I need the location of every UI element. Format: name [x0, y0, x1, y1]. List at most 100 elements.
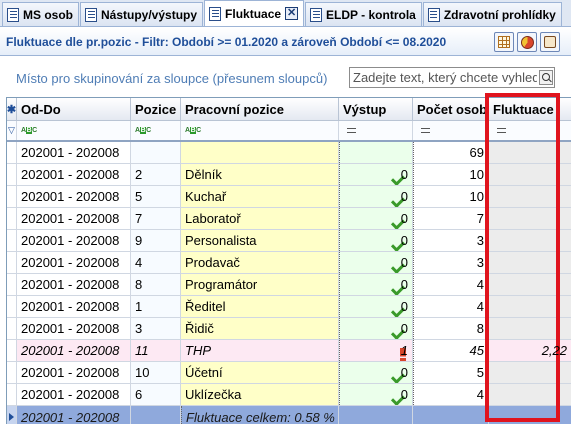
- cell-pozice[interactable]: 10: [131, 362, 181, 383]
- cell-pracovni-pozice[interactable]: Uklízečka: [181, 384, 339, 405]
- cell-pocet-osob[interactable]: 5: [413, 362, 489, 383]
- cell-pocet-osob[interactable]: 3: [413, 230, 489, 251]
- cell-od-do[interactable]: 202001 - 202008: [17, 340, 131, 361]
- cell-pracovni-pozice[interactable]: Prodavač: [181, 252, 339, 273]
- row-selector[interactable]: [7, 252, 17, 273]
- table-row[interactable]: 202001 - 202008 7 Laboratoř 0 7: [7, 208, 571, 230]
- row-selector[interactable]: [7, 318, 17, 339]
- cell-pozice[interactable]: 5: [131, 186, 181, 207]
- command-button[interactable]: [540, 32, 560, 52]
- group-by-area[interactable]: Místo pro skupinování za sloupce (přesun…: [16, 71, 327, 86]
- filter-od-do[interactable]: ABC: [17, 121, 131, 140]
- cell-fluktuace[interactable]: [489, 142, 571, 163]
- cell-pozice[interactable]: 2: [131, 164, 181, 185]
- chart-button[interactable]: [517, 32, 537, 52]
- close-icon[interactable]: ✕: [285, 7, 299, 20]
- table-row[interactable]: 202001 - 202008 8 Programátor 0 4: [7, 274, 571, 296]
- total-row[interactable]: 202001 - 202008 Fluktuace celkem: 0.58 %: [7, 406, 571, 424]
- table-row[interactable]: 202001 - 202008 2 Dělník 0 10: [7, 164, 571, 186]
- cell-od-do[interactable]: 202001 - 202008: [17, 230, 131, 251]
- cell-od-do[interactable]: 202001 - 202008: [17, 318, 131, 339]
- cell-fluktuace[interactable]: 2,22: [489, 340, 571, 361]
- cell-pracovni-pozice[interactable]: Personalista: [181, 230, 339, 251]
- cell-od-do[interactable]: 202001 - 202008: [17, 186, 131, 207]
- cell-fluktuace[interactable]: [489, 208, 571, 229]
- cell-pozice[interactable]: 9: [131, 230, 181, 251]
- cell-pracovni-pozice[interactable]: Dělník: [181, 164, 339, 185]
- cell-od-do[interactable]: 202001 - 202008: [17, 274, 131, 295]
- column-header-vystup[interactable]: Výstup: [339, 98, 413, 120]
- cell-pracovni-pozice[interactable]: Programátor: [181, 274, 339, 295]
- search-icon[interactable]: [539, 70, 553, 85]
- cell-pozice[interactable]: [131, 142, 181, 163]
- cell-vystup[interactable]: 1: [339, 340, 413, 361]
- filter-pozice[interactable]: ABC: [131, 121, 181, 140]
- cell-vystup[interactable]: 0: [339, 274, 413, 295]
- cell-vystup[interactable]: 0: [339, 208, 413, 229]
- cell-vystup[interactable]: 0: [339, 252, 413, 273]
- cell-pocet-osob[interactable]: 10: [413, 164, 489, 185]
- table-row[interactable]: 202001 - 202008 6 Uklízečka 0 4: [7, 384, 571, 406]
- cell-od-do[interactable]: 202001 - 202008: [17, 384, 131, 405]
- cell-pocet-osob[interactable]: 3: [413, 252, 489, 273]
- search-input[interactable]: [350, 68, 540, 87]
- filter-pracovni-pozice[interactable]: ABC: [181, 121, 339, 140]
- tab-zdravotni-prohlidky[interactable]: Zdravotní prohlídky: [422, 2, 562, 26]
- column-header-od-do[interactable]: Od-Do: [17, 98, 131, 120]
- cell-pocet-osob[interactable]: 69: [413, 142, 489, 163]
- table-row[interactable]: 202001 - 202008 1 Ředitel 0 4: [7, 296, 571, 318]
- cell-pocet-osob[interactable]: 4: [413, 296, 489, 317]
- cell-pozice[interactable]: 4: [131, 252, 181, 273]
- cell-pozice[interactable]: 7: [131, 208, 181, 229]
- cell-fluktuace[interactable]: [489, 318, 571, 339]
- filter-pocet-osob[interactable]: [413, 121, 489, 140]
- table-row[interactable]: 202001 - 202008 69: [7, 142, 571, 164]
- row-selector[interactable]: [7, 186, 17, 207]
- cell-fluktuace[interactable]: [489, 252, 571, 273]
- table-row[interactable]: 202001 - 202008 5 Kuchař 0 10: [7, 186, 571, 208]
- column-header-pracovni-pozice[interactable]: Pracovní pozice: [181, 98, 339, 120]
- filter-vystup[interactable]: [339, 121, 413, 140]
- cell-pozice[interactable]: 8: [131, 274, 181, 295]
- cell-fluktuace[interactable]: [489, 362, 571, 383]
- cell-vystup[interactable]: 0: [339, 164, 413, 185]
- cell-pocet-osob[interactable]: 7: [413, 208, 489, 229]
- cell-fluktuace[interactable]: [489, 274, 571, 295]
- cell-pozice[interactable]: 3: [131, 318, 181, 339]
- cell-pracovni-pozice[interactable]: Kuchař: [181, 186, 339, 207]
- column-header-pozice[interactable]: Pozice: [131, 98, 181, 120]
- cell-pozice[interactable]: 11: [131, 340, 181, 361]
- tab-ms-osob[interactable]: MS osob: [2, 2, 79, 26]
- cell-pocet-osob[interactable]: 4: [413, 274, 489, 295]
- cell-vystup[interactable]: 0: [339, 318, 413, 339]
- row-selector-header[interactable]: ✱: [7, 98, 17, 120]
- cell-fluktuace[interactable]: [489, 230, 571, 251]
- cell-fluktuace[interactable]: [489, 296, 571, 317]
- cell-pracovni-pozice[interactable]: Laboratoř: [181, 208, 339, 229]
- cell-fluktuace[interactable]: [489, 186, 571, 207]
- row-selector[interactable]: [7, 208, 17, 229]
- row-selector[interactable]: [7, 164, 17, 185]
- cell-pocet-osob[interactable]: 10: [413, 186, 489, 207]
- table-row[interactable]: 202001 - 202008 9 Personalista 0 3: [7, 230, 571, 252]
- cell-od-do[interactable]: 202001 - 202008: [17, 208, 131, 229]
- search-box[interactable]: [349, 67, 555, 88]
- row-selector[interactable]: [7, 274, 17, 295]
- cell-pozice[interactable]: 1: [131, 296, 181, 317]
- cell-pracovni-pozice[interactable]: Ředitel: [181, 296, 339, 317]
- column-header-fluktuace[interactable]: Fluktuace: [489, 98, 571, 120]
- cell-pozice[interactable]: 6: [131, 384, 181, 405]
- cell-od-do[interactable]: 202001 - 202008: [17, 362, 131, 383]
- tab-eldp-kontrola[interactable]: ELDP - kontrola: [305, 2, 422, 26]
- table-row[interactable]: 202001 - 202008 3 Řidič 0 8: [7, 318, 571, 340]
- cell-vystup[interactable]: 0: [339, 186, 413, 207]
- cell-pocet-osob[interactable]: 8: [413, 318, 489, 339]
- tab-nastupy-vystupy[interactable]: Nástupy/výstupy: [80, 2, 204, 26]
- table-row[interactable]: 202001 - 202008 10 Účetní 0 5: [7, 362, 571, 384]
- cell-od-do[interactable]: 202001 - 202008: [17, 164, 131, 185]
- tab-fluktuace[interactable]: Fluktuace ✕: [204, 0, 305, 26]
- cell-pracovni-pozice[interactable]: [181, 142, 339, 163]
- column-header-pocet-osob[interactable]: Počet osob: [413, 98, 489, 120]
- cell-vystup[interactable]: [339, 142, 413, 163]
- cell-pracovni-pozice[interactable]: Účetní: [181, 362, 339, 383]
